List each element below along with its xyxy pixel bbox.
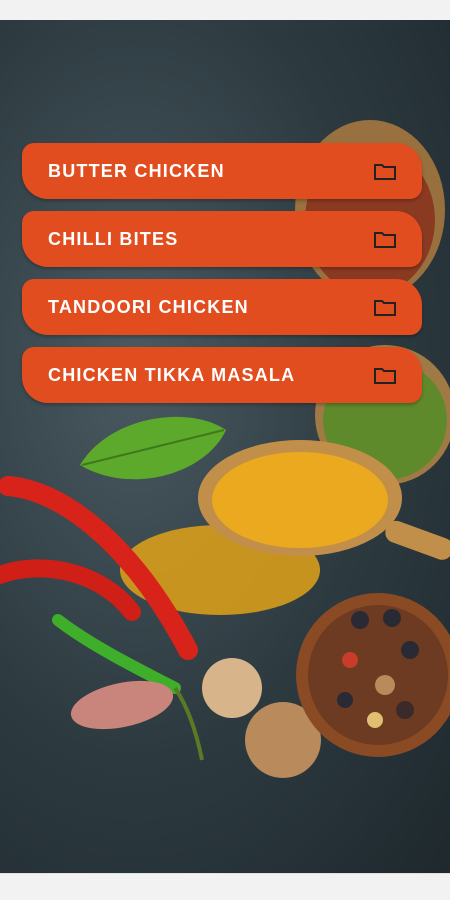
folder-icon — [374, 300, 396, 316]
menu-item-chilli-bites[interactable]: CHILLI BITES — [22, 211, 422, 267]
menu-item-label: TANDOORI CHICKEN — [48, 296, 249, 317]
folder-icon — [374, 232, 396, 248]
menu-item-tandoori-chicken[interactable]: TANDOORI CHICKEN — [22, 279, 422, 335]
status-bar: ˘ — [0, 0, 450, 20]
bottom-navigation-bar — [0, 873, 450, 900]
menu-item-label: BUTTER CHICKEN — [48, 160, 225, 181]
menu-item-label: CHILLI BITES — [48, 228, 179, 249]
recipe-menu: BUTTER CHICKEN CHILLI BITES TANDOORI CHI… — [22, 143, 422, 415]
status-icon: ˘ — [437, 0, 442, 10]
menu-item-chicken-tikka-masala[interactable]: CHICKEN TIKKA MASALA — [22, 347, 422, 403]
folder-icon — [374, 164, 396, 180]
menu-item-label: CHICKEN TIKKA MASALA — [48, 364, 296, 385]
menu-item-butter-chicken[interactable]: BUTTER CHICKEN — [22, 143, 422, 199]
folder-icon — [374, 368, 396, 384]
